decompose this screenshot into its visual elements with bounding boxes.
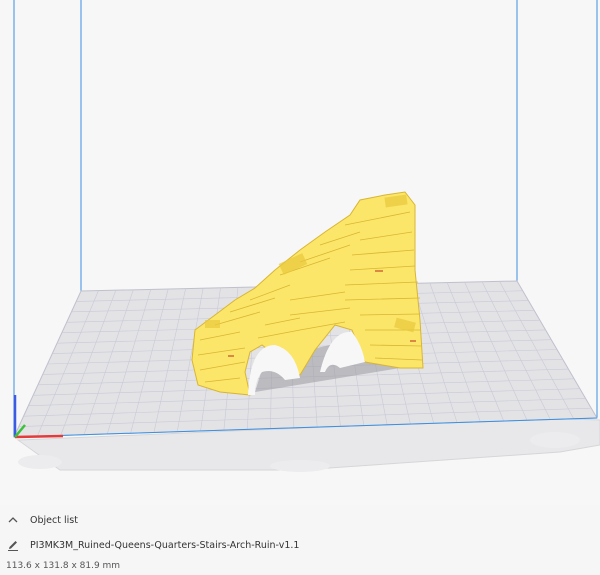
- object-list-label: Object list: [30, 514, 78, 526]
- dimensions-row: 113.6 x 131.8 x 81.9 mm: [6, 557, 120, 575]
- object-list-header[interactable]: Object list: [6, 511, 78, 529]
- file-name-row[interactable]: PI3MK3M_Ruined-Queens-Quarters-Stairs-Ar…: [6, 536, 299, 554]
- model-dimensions: 113.6 x 131.8 x 81.9 mm: [6, 561, 121, 571]
- file-name: PI3MK3M_Ruined-Queens-Quarters-Stairs-Ar…: [30, 539, 300, 551]
- 3d-viewport[interactable]: [0, 0, 600, 505]
- frame-foot-mid: [270, 460, 330, 472]
- frame-foot-right: [530, 432, 580, 448]
- chevron-up-icon[interactable]: [6, 513, 20, 527]
- pencil-icon[interactable]: [6, 538, 20, 552]
- object-list-panel: Object list PI3MK3M_Ruined-Queens-Quarte…: [0, 505, 600, 573]
- frame-foot-left: [18, 455, 62, 469]
- scene: [13, 0, 600, 472]
- axis-x: [14, 434, 64, 439]
